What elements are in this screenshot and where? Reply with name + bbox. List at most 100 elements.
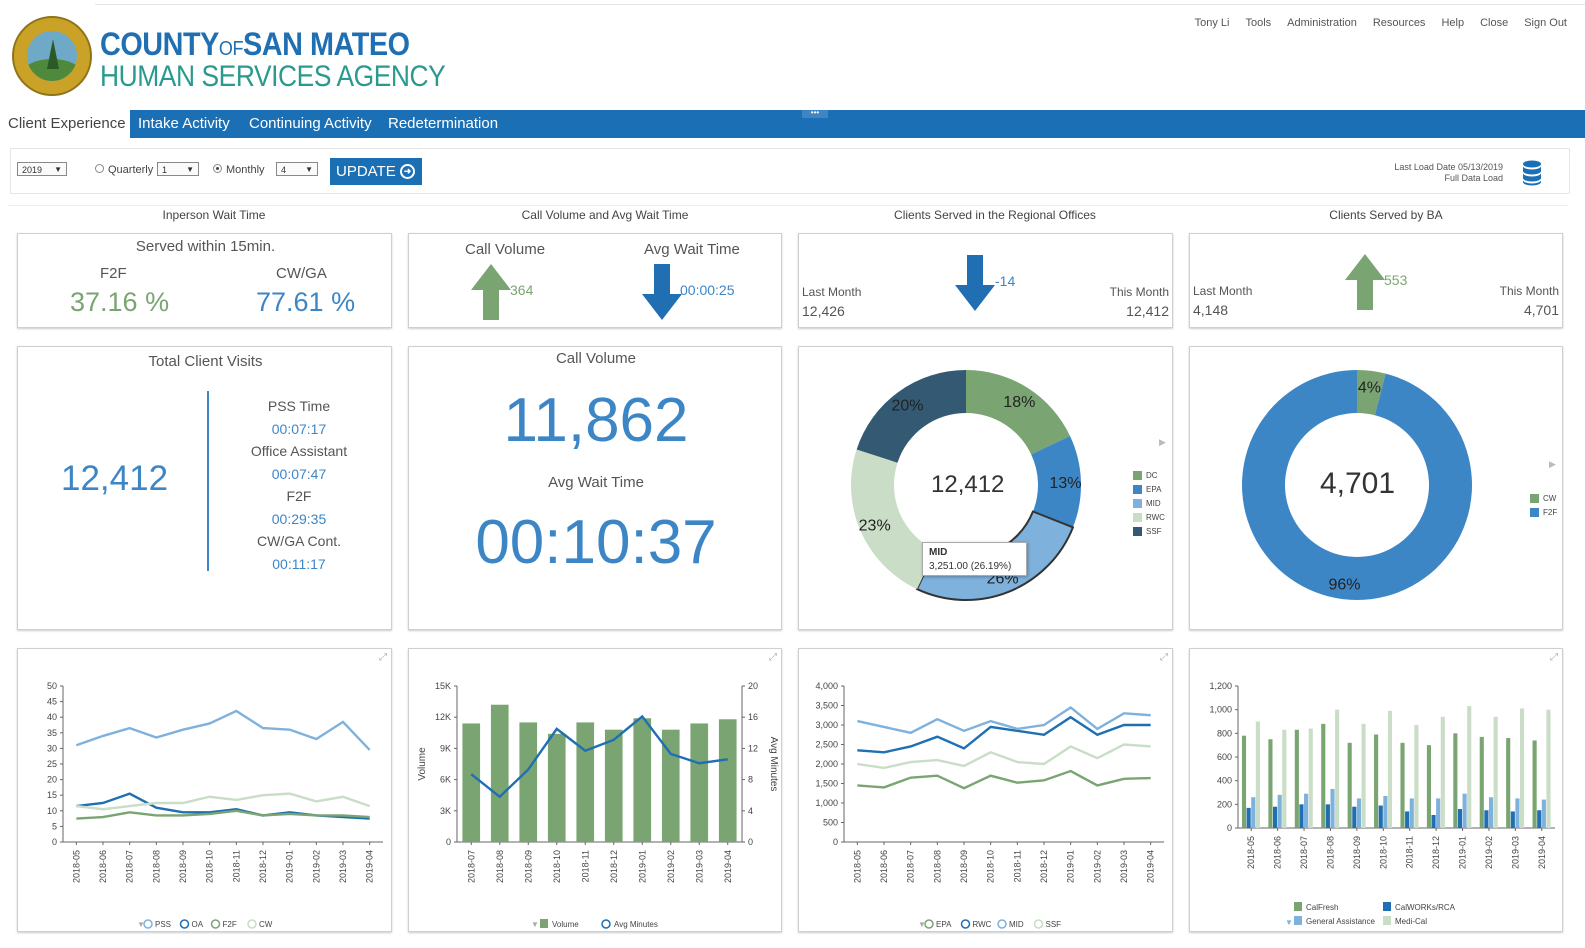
drag-handle[interactable]: ••• <box>802 109 828 118</box>
bar-calfresh <box>1506 738 1511 828</box>
legend-marker <box>997 919 1007 929</box>
series-line-avg-minutes <box>470 714 728 799</box>
y-tick-label: 25 <box>47 759 57 769</box>
top-navigation: Tony Li Tools Administration Resources H… <box>1195 17 1567 29</box>
nav-tools[interactable]: Tools <box>1245 17 1271 29</box>
y-tick-label: 15K <box>435 681 451 691</box>
legend-item[interactable]: EPA <box>1133 483 1165 497</box>
nav-close[interactable]: Close <box>1480 17 1508 29</box>
bar-medi-cal <box>1282 729 1287 828</box>
tab-client-experience[interactable]: Client Experience <box>8 110 126 138</box>
x-tick-label: 2018-05 <box>1246 836 1256 869</box>
x-tick-label: 2019-01 <box>1066 850 1076 883</box>
legend-marker <box>179 919 190 929</box>
x-tick-label: 2019-01 <box>1458 836 1468 869</box>
database-icon[interactable] <box>1522 160 1542 186</box>
bar-general-assistance <box>1356 798 1361 828</box>
regional-delta: -14 <box>995 273 1016 289</box>
bar-calfresh <box>1294 729 1299 828</box>
legend-item[interactable]: DC <box>1133 469 1165 483</box>
nav-resources[interactable]: Resources <box>1373 17 1426 29</box>
series-line-pss <box>75 709 371 751</box>
y-tick-label: 2,500 <box>815 740 838 750</box>
legend-item[interactable]: MID <box>1133 497 1165 511</box>
y-tick-label: 6K <box>440 775 451 785</box>
monthly-radio[interactable] <box>213 164 222 173</box>
y2-tick-label: 12 <box>748 743 758 753</box>
regional-donut-center: 12,412 <box>931 471 1005 498</box>
x-tick-label: 2019-04 <box>365 850 375 883</box>
quarterly-radio[interactable] <box>95 164 104 173</box>
y-tick-label: 2,000 <box>815 759 838 769</box>
monthly-label: Monthly <box>226 164 265 176</box>
series-line-epa <box>857 769 1151 790</box>
bar-volume <box>462 723 481 842</box>
bar-volume <box>604 729 623 842</box>
bar-general-assistance <box>1488 797 1494 828</box>
legend-label: PSS <box>155 920 171 929</box>
legend-item[interactable]: CW <box>1530 492 1557 506</box>
slice-label: 20% <box>891 398 923 415</box>
month-select[interactable]: 4 ▼ <box>276 162 318 176</box>
bar-calworks-rca <box>1484 810 1489 828</box>
legend-label: SSF <box>1046 920 1062 929</box>
county-seal-logo <box>12 16 92 96</box>
kpi-served-card: Served within 15min. F2F 37.16 % CW/GA 7… <box>17 233 392 328</box>
bar-calfresh <box>1532 740 1537 828</box>
visit-item-value: 00:07:17 <box>271 420 327 437</box>
x-tick-label: 2018-12 <box>258 850 268 883</box>
x-tick-label: 2019-01 <box>285 850 295 883</box>
ba-this-value: 4,701 <box>1523 302 1559 318</box>
org-name-line2: HUMAN SERVICES AGENCY <box>100 60 446 93</box>
regional-legend: DC EPA MID RWC SSF <box>1133 469 1165 539</box>
x-tick-label: 2018-10 <box>986 850 996 883</box>
x-tick-label: 2019-03 <box>694 850 704 883</box>
tab-redetermination[interactable]: Redetermination <box>388 110 498 138</box>
year-select[interactable]: 2019 ▼ <box>17 162 67 176</box>
legend-marker <box>210 919 221 929</box>
section-title-byba: Clients Served by BA <box>1329 208 1443 222</box>
slice-label: 18% <box>1003 394 1035 411</box>
legend-item[interactable]: F2F <box>1530 506 1557 520</box>
tab-continuing-activity[interactable]: Continuing Activity <box>249 110 372 138</box>
chart-tooltip: MID 3,251.00 (26.19%) <box>922 542 1027 576</box>
visits-title: Total Client Visits <box>148 353 263 370</box>
kpi-call-card: Call Volume 364 Avg Wait Time 00:00:25 <box>408 233 782 328</box>
y2-tick-label: 8 <box>748 775 753 785</box>
visit-item-label: PSS Time <box>267 398 331 414</box>
y-tick-label: 10 <box>47 806 57 816</box>
slice-label: 4% <box>1358 379 1381 396</box>
bar-calworks-rca <box>1246 807 1251 828</box>
y2-axis-label: Avg Minutes <box>768 737 779 792</box>
y-tick-label: 15 <box>47 790 57 800</box>
bar-medi-cal <box>1414 725 1419 828</box>
x-tick-label: 2019-02 <box>1092 850 1102 883</box>
legend-label: Avg Minutes <box>614 920 658 929</box>
legend-item[interactable]: RWC <box>1133 511 1165 525</box>
bar-medi-cal <box>1546 709 1551 828</box>
y2-tick-label: 4 <box>748 806 753 816</box>
chart-card-regional: ⤢ 0 500 1,000 1,500 2,000 2,500 3,000 3,500 4,00… <box>798 648 1173 932</box>
y2-tick-label: 0 <box>748 837 753 847</box>
legend-item[interactable]: SSF <box>1133 525 1165 539</box>
bar-volume <box>690 723 709 842</box>
quarter-select[interactable]: 1 ▼ <box>157 162 199 176</box>
nav-administration[interactable]: Administration <box>1287 17 1357 29</box>
legend-expand-icon[interactable]: ▶ <box>1549 459 1556 470</box>
x-tick-label: 2019-02 <box>1484 836 1494 869</box>
bar-medi-cal <box>1440 716 1445 828</box>
nav-help[interactable]: Help <box>1441 17 1464 29</box>
bar-medi-cal <box>1493 716 1498 828</box>
nav-user[interactable]: Tony Li <box>1195 17 1230 29</box>
update-button[interactable]: UPDATE ➜ <box>330 158 422 185</box>
legend-expand-icon[interactable]: ▶ <box>1159 437 1166 448</box>
legend-label: F2F <box>223 920 237 929</box>
nav-sign-out[interactable]: Sign Out <box>1524 17 1567 29</box>
tab-intake-activity[interactable]: Intake Activity <box>138 110 230 138</box>
x-tick-label: 2018-11 <box>1405 836 1415 868</box>
x-tick-label: 2018-09 <box>178 850 188 883</box>
x-tick-label: 2018-09 <box>1352 836 1362 869</box>
chart-card-waittime: ⤢ 0 5 10 15 20 25 30 35 40 45 50 2018-05 2018-06 2018… <box>17 648 392 932</box>
call-volume-label: Call Volume <box>465 241 546 258</box>
y-tick-label: 40 <box>47 712 57 722</box>
